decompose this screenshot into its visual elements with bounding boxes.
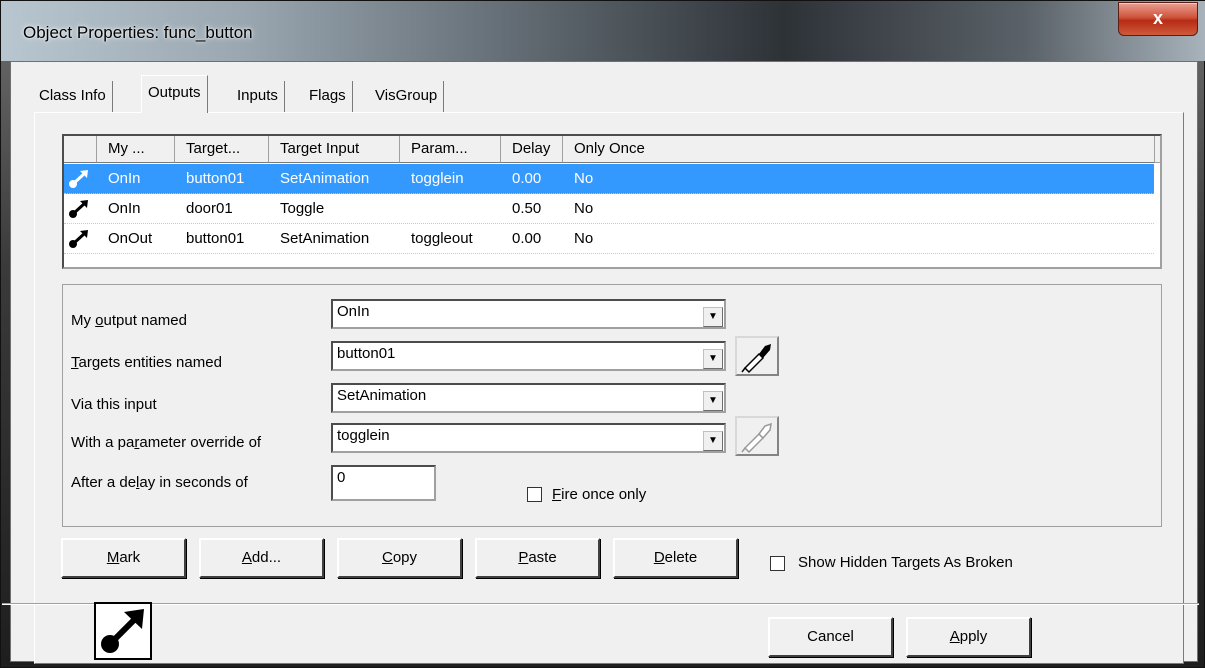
- output-connection-icon: [101, 609, 144, 653]
- chevron-down-icon[interactable]: ▼: [703, 349, 723, 369]
- delay-input[interactable]: 0: [331, 465, 436, 501]
- output-connection-icon: [69, 200, 88, 218]
- list-row[interactable]: OnIn button01 SetAnimation togglein 0.00…: [64, 164, 1154, 194]
- output-connection-icon: [69, 230, 88, 248]
- chevron-down-icon[interactable]: ▼: [703, 391, 723, 411]
- show-hidden-checkbox[interactable]: [770, 556, 785, 571]
- column-header-target[interactable]: Target...: [175, 136, 269, 163]
- list-row[interactable]: OnOut button01 SetAnimation toggleout 0.…: [64, 224, 1154, 254]
- apply-button[interactable]: Apply: [906, 617, 1031, 657]
- delete-button[interactable]: Delete: [613, 538, 738, 578]
- show-hidden-label: Show Hidden Targets As Broken: [798, 554, 1013, 571]
- column-header-target-input[interactable]: Target Input: [269, 136, 400, 163]
- cell-only-once: No: [574, 230, 594, 247]
- add-button[interactable]: Add...: [199, 538, 324, 578]
- column-header-icon[interactable]: [64, 136, 97, 163]
- copy-button[interactable]: Copy: [337, 538, 462, 578]
- paste-button[interactable]: Paste: [475, 538, 600, 578]
- tab-flags[interactable]: Flags: [303, 81, 353, 113]
- column-header-only-once[interactable]: Only Once: [563, 136, 1155, 163]
- cell-output: OnIn: [108, 170, 141, 187]
- input-combo[interactable]: SetAnimation ▼: [331, 383, 726, 413]
- cell-delay: 0.00: [512, 170, 542, 187]
- cell-target: button01: [186, 170, 245, 187]
- eyedropper-icon: [741, 344, 771, 374]
- chevron-down-icon[interactable]: ▼: [703, 431, 723, 451]
- cell-only-once: No: [574, 170, 594, 187]
- cell-delay: 0.00: [512, 230, 542, 247]
- chevron-down-icon[interactable]: ▼: [703, 307, 723, 327]
- targets-value: button01: [337, 345, 396, 362]
- delay-label: After a delay in seconds of: [71, 474, 248, 491]
- tab-outputs[interactable]: Outputs: [141, 75, 208, 113]
- cell-output: OnOut: [108, 230, 153, 247]
- window-title: Object Properties: func_button: [23, 23, 253, 42]
- output-name-combo[interactable]: OnIn ▼: [331, 299, 726, 329]
- output-name-label: My output named: [71, 312, 187, 329]
- close-button[interactable]: x: [1118, 2, 1198, 36]
- column-header-delay[interactable]: Delay: [501, 136, 563, 163]
- fire-once-checkbox[interactable]: [527, 487, 542, 502]
- cell-param: togglein: [411, 170, 464, 187]
- cell-param: [400, 194, 411, 224]
- targets-label: Targets entities named: [71, 354, 222, 371]
- cancel-button[interactable]: Cancel: [768, 617, 893, 657]
- targets-combo[interactable]: button01 ▼: [331, 341, 726, 371]
- cell-only-once: No: [574, 200, 594, 217]
- dialog-client: Class Info Outputs Inputs Flags VisGroup…: [2, 61, 1199, 664]
- column-header-output[interactable]: My ...: [97, 136, 175, 163]
- input-label: Via this input: [71, 396, 157, 413]
- outputs-list[interactable]: My ... Target... Target Input Param... D…: [62, 134, 1162, 269]
- entity-type-icon: [94, 602, 152, 660]
- tab-inputs[interactable]: Inputs: [231, 81, 285, 113]
- fire-once-label: Fire once only: [552, 486, 647, 503]
- column-header-param[interactable]: Param...: [400, 136, 501, 163]
- cell-target: button01: [186, 230, 245, 247]
- eyedropper-icon: [741, 422, 772, 454]
- cell-output: OnIn: [108, 200, 141, 217]
- param-combo[interactable]: togglein ▼: [331, 423, 726, 453]
- title-bar: Object Properties: func_button x: [1, 1, 1205, 61]
- cell-delay: 0.50: [512, 200, 542, 217]
- cell-input: SetAnimation: [280, 230, 370, 247]
- tab-class-info[interactable]: Class Info: [33, 81, 113, 113]
- list-header: My ... Target... Target Input Param... D…: [64, 136, 1160, 163]
- cell-input: SetAnimation: [280, 170, 370, 187]
- window: Object Properties: func_button x Class I…: [0, 0, 1205, 668]
- cell-param: toggleout: [411, 230, 473, 247]
- param-label: With a parameter override of: [71, 434, 262, 451]
- tab-visgroup[interactable]: VisGroup: [369, 81, 445, 113]
- mark-button[interactable]: Mark: [61, 538, 186, 578]
- param-value: togglein: [337, 427, 390, 444]
- output-name-value: OnIn: [337, 303, 370, 320]
- list-row[interactable]: OnIn door01 Toggle 0.50 No: [64, 194, 1154, 224]
- input-value: SetAnimation: [337, 387, 427, 404]
- cell-input: Toggle: [280, 200, 325, 217]
- eyedropper-button-disabled[interactable]: [735, 416, 779, 456]
- output-connection-icon: [69, 170, 88, 188]
- divider: [2, 603, 1199, 605]
- cell-target: door01: [186, 200, 233, 217]
- eyedropper-button[interactable]: [735, 336, 779, 376]
